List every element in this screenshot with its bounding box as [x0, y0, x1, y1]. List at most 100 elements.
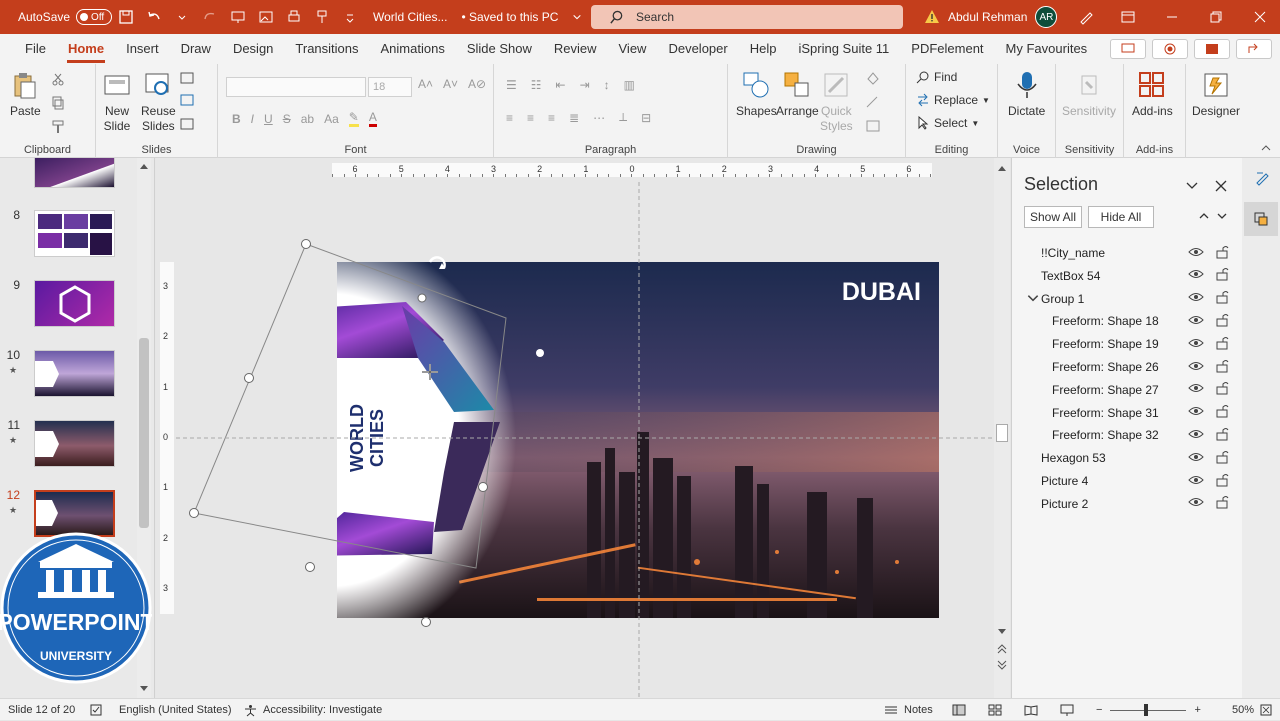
- city-name[interactable]: DUBAI: [842, 278, 921, 306]
- section-icon[interactable]: [180, 118, 200, 132]
- resize-handle[interactable]: [244, 373, 254, 383]
- selection-item[interactable]: !!City_name: [1012, 242, 1243, 264]
- new-slide-button[interactable]: New Slide: [102, 70, 132, 134]
- selection-item[interactable]: Group 1: [1012, 288, 1243, 310]
- brush-icon[interactable]: [314, 9, 330, 25]
- unlock-icon[interactable]: [1214, 404, 1230, 421]
- fit-to-window-icon[interactable]: [1260, 704, 1272, 716]
- unlock-icon[interactable]: [1214, 495, 1230, 512]
- shapes-button[interactable]: Shapes: [736, 70, 777, 119]
- undo-icon[interactable]: [146, 9, 162, 25]
- minimize-icon[interactable]: [1150, 11, 1194, 23]
- record-icon[interactable]: [1152, 39, 1188, 59]
- selection-item[interactable]: Hexagon 53: [1012, 447, 1243, 469]
- unlock-icon[interactable]: [1214, 245, 1230, 262]
- line-spacing-icon[interactable]: ↕: [604, 78, 610, 92]
- unlock-icon[interactable]: [1214, 427, 1230, 444]
- print-icon[interactable]: [286, 9, 302, 25]
- close-icon[interactable]: [1238, 11, 1280, 23]
- comments-icon[interactable]: [1110, 39, 1146, 59]
- clear-format-icon[interactable]: A⊘: [468, 77, 486, 91]
- scroll-up-icon[interactable]: [139, 162, 149, 170]
- normal-view-icon[interactable]: [952, 704, 966, 716]
- decrease-indent-icon[interactable]: ⇤: [556, 78, 566, 92]
- present-teams-icon[interactable]: [1194, 39, 1230, 59]
- visibility-eye-icon[interactable]: [1188, 267, 1204, 284]
- slide-12[interactable]: WORLD CITIES DUBAI: [337, 262, 939, 618]
- layout-icon[interactable]: [180, 72, 200, 86]
- horizontal-ruler[interactable]: 6 5 4 3 2 1 0 1 2 3 4 5 6: [332, 163, 932, 177]
- tab-view[interactable]: View: [608, 34, 658, 64]
- format-shape-icon[interactable]: [1254, 170, 1270, 186]
- addins-button[interactable]: Add-ins: [1132, 70, 1173, 119]
- align-text-icon[interactable]: ⊟: [641, 111, 651, 125]
- selection-item[interactable]: Freeform: Shape 18: [1012, 310, 1243, 332]
- font-name-box[interactable]: [226, 77, 366, 97]
- selection-item[interactable]: Freeform: Shape 32: [1012, 424, 1243, 446]
- slide-indicator[interactable]: Slide 12 of 20: [8, 699, 75, 721]
- highlight-icon[interactable]: ✎: [348, 110, 359, 127]
- account[interactable]: Abdul Rehman AR: [924, 0, 1058, 34]
- unlock-icon[interactable]: [1214, 290, 1230, 307]
- unlock-icon[interactable]: [1214, 313, 1230, 330]
- slide-thumbnail-8[interactable]: [34, 210, 115, 257]
- shape-outline-icon[interactable]: [864, 94, 890, 110]
- accessibility-status[interactable]: Accessibility: Investigate: [244, 699, 382, 721]
- chevron-down-icon[interactable]: [572, 12, 582, 22]
- chevron-down-icon[interactable]: [1025, 291, 1041, 308]
- underline-icon[interactable]: U: [264, 112, 273, 126]
- unlock-icon[interactable]: [1214, 267, 1230, 284]
- bold-icon[interactable]: B: [232, 112, 241, 126]
- autosave-toggle[interactable]: Off: [76, 9, 113, 25]
- next-slide-icon[interactable]: [997, 660, 1007, 670]
- cut-icon[interactable]: [51, 72, 65, 86]
- scroll-down-icon[interactable]: [139, 685, 149, 693]
- notes-button[interactable]: Notes: [884, 699, 933, 721]
- autosave[interactable]: AutoSave Off: [18, 0, 113, 34]
- bring-forward-icon[interactable]: [1198, 210, 1210, 222]
- columns-icon[interactable]: ▥: [624, 78, 635, 92]
- visibility-eye-icon[interactable]: [1188, 495, 1204, 512]
- avatar[interactable]: AR: [1035, 6, 1058, 28]
- show-all-button[interactable]: Show All: [1024, 206, 1082, 228]
- tab-draw[interactable]: Draw: [170, 34, 222, 64]
- slideshow-view-icon[interactable]: [1060, 704, 1074, 716]
- slide-thumbnail-9[interactable]: [34, 280, 115, 327]
- unlock-icon[interactable]: [1214, 336, 1230, 353]
- tab-my-favourites[interactable]: My Favourites: [995, 34, 1099, 64]
- selection-item[interactable]: Freeform: Shape 19: [1012, 333, 1243, 355]
- scroll-up-icon[interactable]: [997, 164, 1007, 172]
- zoom-track[interactable]: [1110, 703, 1187, 716]
- selection-item[interactable]: Freeform: Shape 26: [1012, 356, 1243, 378]
- align-right-icon[interactable]: ≡: [548, 111, 555, 125]
- reading-view-icon[interactable]: [1024, 704, 1038, 716]
- arrange-button[interactable]: Arrange: [776, 70, 819, 119]
- grow-font-icon[interactable]: A˄: [418, 77, 433, 91]
- visibility-eye-icon[interactable]: [1188, 381, 1204, 398]
- italic-icon[interactable]: I: [251, 112, 254, 126]
- select-button[interactable]: Select ▼: [916, 116, 979, 130]
- shape-fill-icon[interactable]: [864, 70, 890, 86]
- tab-help[interactable]: Help: [739, 34, 788, 64]
- visibility-eye-icon[interactable]: [1188, 404, 1204, 421]
- unlock-icon[interactable]: [1214, 473, 1230, 490]
- font-color-icon[interactable]: A: [368, 110, 377, 127]
- sensitivity-button[interactable]: Sensitivity: [1062, 70, 1116, 119]
- zoom-level[interactable]: 50%: [1232, 699, 1254, 721]
- strike-icon[interactable]: S: [283, 112, 291, 126]
- justify-icon[interactable]: ≣: [569, 111, 579, 125]
- unlock-icon[interactable]: [1214, 359, 1230, 376]
- hide-all-button[interactable]: Hide All: [1088, 206, 1154, 228]
- bullets-icon[interactable]: ☰: [506, 78, 517, 92]
- thumbnail-scroll-thumb[interactable]: [139, 338, 149, 528]
- designer-button[interactable]: Designer: [1192, 70, 1240, 119]
- numbering-icon[interactable]: ☷: [531, 78, 542, 92]
- tab-transitions[interactable]: Transitions: [284, 34, 369, 64]
- copy-icon[interactable]: [51, 96, 65, 110]
- presentation-icon[interactable]: [230, 9, 246, 25]
- text-direction-icon[interactable]: ⟂: [619, 110, 627, 125]
- zoom-out-icon[interactable]: −: [1096, 704, 1102, 716]
- visibility-eye-icon[interactable]: [1188, 450, 1204, 467]
- slide-thumbnail-10[interactable]: [34, 350, 115, 397]
- visibility-eye-icon[interactable]: [1188, 245, 1204, 262]
